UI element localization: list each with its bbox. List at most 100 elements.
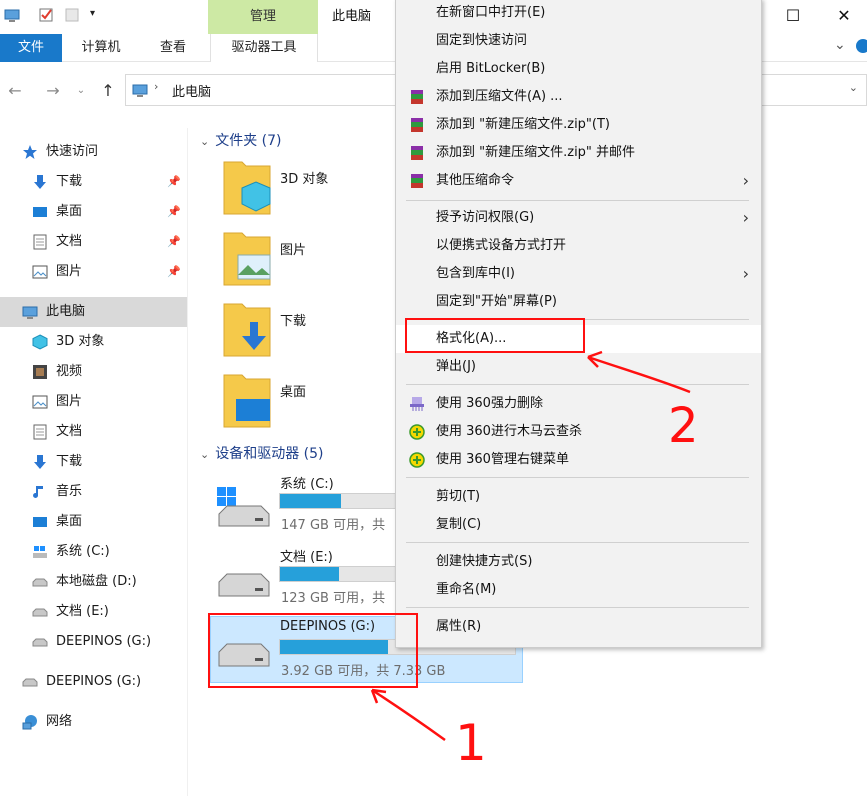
pin-icon[interactable]: 📌: [167, 197, 181, 227]
menu-separator: [406, 542, 749, 543]
drive-free-text: 123 GB 可用，共: [281, 591, 386, 606]
help-icon[interactable]: [856, 39, 867, 53]
tab-view[interactable]: 查看: [140, 34, 206, 62]
folder-label: 图片: [280, 243, 307, 258]
menu-add-zip-email[interactable]: 添加到 "新建压缩文件.zip" 并邮件: [396, 139, 761, 167]
nav-downloads[interactable]: 下载: [0, 447, 187, 477]
nav-pictures[interactable]: 图片: [0, 387, 187, 417]
menu-open-portable[interactable]: 以便携式设备方式打开: [396, 232, 761, 260]
nav-drive-e[interactable]: 文档 (E:): [0, 597, 187, 627]
winrar-icon: [411, 174, 423, 188]
forward-button[interactable]: →: [42, 80, 64, 102]
nav-label: 文档 (E:): [56, 604, 109, 619]
up-button[interactable]: ↑: [97, 80, 119, 102]
menu-item-label: 属性(R): [436, 619, 482, 634]
nav-3d-objects[interactable]: 3D 对象: [0, 327, 187, 357]
folder-desktop-icon: [223, 374, 271, 428]
menu-cut[interactable]: 剪切(T): [396, 483, 761, 511]
drive-icon: [22, 678, 38, 687]
nav-label: DEEPINOS (G:): [56, 634, 152, 649]
menu-item-label: 使用 360强力删除: [436, 396, 543, 411]
nav-videos[interactable]: 视频: [0, 357, 187, 387]
nav-label: 图片: [56, 264, 83, 279]
qat-dropdown-icon[interactable]: ▾: [90, 8, 95, 19]
nav-quick-desktop[interactable]: 桌面 📌: [0, 197, 187, 227]
recent-dropdown-icon[interactable]: ⌄: [70, 80, 92, 102]
nav-drive-c[interactable]: 系统 (C:): [0, 537, 187, 567]
menu-rename[interactable]: 重命名(M): [396, 576, 761, 604]
devices-group-header[interactable]: ⌄ 设备和驱动器 (5): [200, 443, 395, 463]
menu-360-manage[interactable]: 使用 360管理右键菜单: [396, 446, 761, 474]
menu-include-library[interactable]: 包含到库中(I) ›: [396, 260, 761, 288]
network-icon: [22, 715, 37, 730]
shredder-icon: [410, 397, 424, 411]
properties-icon[interactable]: [38, 7, 54, 23]
menu-separator: [406, 200, 749, 201]
collapse-ribbon-icon[interactable]: ⌄: [834, 37, 846, 53]
annotation-mark-drive: 1: [455, 714, 487, 772]
menu-item-label: 其他压缩命令: [436, 173, 515, 188]
folder-pictures-icon: [223, 232, 271, 286]
menu-copy[interactable]: 复制(C): [396, 511, 761, 539]
menu-open-new-window[interactable]: 在新窗口中打开(E): [396, 0, 761, 27]
nav-drive-d[interactable]: 本地磁盘 (D:): [0, 567, 187, 597]
menu-bitlocker[interactable]: 启用 BitLocker(B): [396, 55, 761, 83]
download-icon: [34, 175, 46, 189]
nav-label: 图片: [56, 394, 83, 409]
new-folder-icon[interactable]: [64, 7, 80, 23]
menu-item-label: 弹出(J): [436, 359, 476, 374]
menu-360-scan[interactable]: 使用 360进行木马云查杀: [396, 418, 761, 446]
folder-label: 桌面: [280, 385, 307, 400]
tab-drive-tools[interactable]: 驱动器工具: [210, 34, 318, 62]
menu-add-zip[interactable]: 添加到 "新建压缩文件.zip"(T): [396, 111, 761, 139]
nav-removable-g[interactable]: DEEPINOS (G:): [0, 667, 187, 697]
menu-item-label: 启用 BitLocker(B): [436, 61, 546, 76]
menu-create-shortcut[interactable]: 创建快捷方式(S): [396, 548, 761, 576]
address-dropdown-icon[interactable]: ⌄: [849, 81, 858, 94]
nav-quick-downloads[interactable]: 下载 📌: [0, 167, 187, 197]
tab-manage[interactable]: 管理: [208, 0, 318, 34]
menu-separator: [406, 477, 749, 478]
nav-quick-access[interactable]: 快速访问: [0, 137, 187, 167]
breadcrumb-chevron-icon[interactable]: ›: [154, 80, 158, 93]
pin-icon[interactable]: 📌: [167, 167, 181, 197]
menu-item-label: 固定到"开始"屏幕(P): [436, 294, 557, 309]
maximize-button[interactable]: ☐: [770, 0, 816, 32]
group-label: 设备和驱动器 (5): [215, 446, 324, 462]
drive-icon: [32, 638, 48, 647]
menu-pin-start[interactable]: 固定到"开始"屏幕(P): [396, 288, 761, 316]
chevron-down-icon: ⌄: [200, 135, 210, 148]
desktop-icon: [33, 207, 47, 217]
360-icon: [409, 424, 425, 440]
breadcrumb[interactable]: 此电脑: [172, 81, 211, 100]
tab-file[interactable]: 文件: [0, 34, 62, 62]
menu-360-delete[interactable]: 使用 360强力删除: [396, 390, 761, 418]
nav-label: 音乐: [56, 484, 83, 499]
nav-quick-documents[interactable]: 文档 📌: [0, 227, 187, 257]
nav-drive-g[interactable]: DEEPINOS (G:): [0, 627, 187, 657]
menu-eject[interactable]: 弹出(J): [396, 353, 761, 381]
menu-add-archive[interactable]: 添加到压缩文件(A) ...: [396, 83, 761, 111]
folders-group-header[interactable]: ⌄ 文件夹 (7): [200, 130, 385, 150]
computer-icon[interactable]: [4, 7, 20, 23]
winrar-icon: [411, 90, 423, 104]
nav-quick-pictures[interactable]: 图片 📌: [0, 257, 187, 287]
close-button[interactable]: ✕: [821, 0, 867, 32]
menu-pin-quick-access[interactable]: 固定到快速访问: [396, 27, 761, 55]
chevron-down-icon: ⌄: [200, 448, 210, 461]
pane-splitter[interactable]: [187, 128, 188, 796]
menu-other-compress[interactable]: 其他压缩命令 ›: [396, 167, 761, 195]
pin-icon[interactable]: 📌: [167, 227, 181, 257]
nav-desktop[interactable]: 桌面: [0, 507, 187, 537]
nav-music[interactable]: 音乐: [0, 477, 187, 507]
back-button[interactable]: ←: [4, 80, 26, 102]
nav-this-pc[interactable]: 此电脑: [0, 297, 187, 327]
pin-icon[interactable]: 📌: [167, 257, 181, 287]
tab-computer[interactable]: 计算机: [66, 34, 136, 62]
menu-grant-access[interactable]: 授予访问权限(G) ›: [396, 204, 761, 232]
nav-documents[interactable]: 文档: [0, 417, 187, 447]
winrar-icon: [411, 146, 423, 160]
star-icon: [23, 145, 37, 159]
menu-properties[interactable]: 属性(R): [396, 613, 761, 641]
nav-network[interactable]: 网络: [0, 707, 187, 737]
